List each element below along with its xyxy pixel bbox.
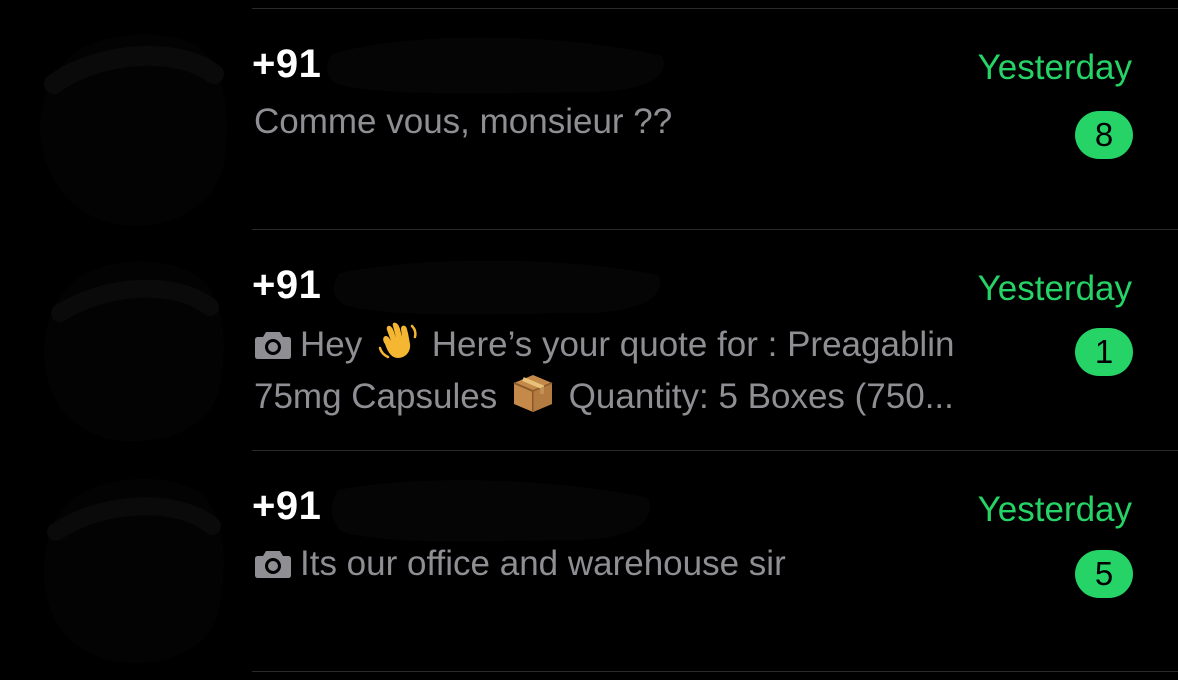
- preview-line: 75mg Capsules Quantity: 5 Boxes (750...: [254, 371, 1034, 423]
- redaction-scribble: [333, 260, 660, 315]
- preview-line: Hey Here’s your quote for : Preagablin: [254, 319, 1034, 371]
- contact-name: +91: [252, 42, 322, 86]
- timestamp: Yesterday: [977, 269, 1132, 308]
- divider: [252, 671, 1178, 672]
- unread-badge: 5: [1075, 550, 1133, 598]
- redaction-scribble: [327, 37, 664, 94]
- package-box-icon: [513, 375, 553, 412]
- chat-row[interactable]: +91 Yesterday Its our office and warehou…: [0, 452, 1178, 672]
- chat-row[interactable]: +91 Yesterday Hey Here’s your quote for …: [0, 231, 1178, 451]
- contact-name: +91: [252, 263, 322, 307]
- redacted-avatar: [43, 478, 224, 663]
- avatar[interactable]: [34, 466, 230, 663]
- contact-name-wrap: +91: [252, 476, 672, 542]
- preview-text: 75mg Capsules: [254, 377, 498, 416]
- divider: [252, 8, 1178, 9]
- chat-list: +91 Yesterday Comme vous, monsieur ?? 8 …: [0, 0, 1178, 680]
- divider: [252, 450, 1178, 451]
- preview-text: Hey: [300, 325, 363, 364]
- redacted-avatar: [43, 261, 224, 442]
- camera-icon: [255, 551, 291, 578]
- timestamp: Yesterday: [977, 490, 1132, 529]
- preview-text: Comme vous, monsieur ??: [254, 102, 673, 141]
- redaction-scribble: [331, 480, 650, 542]
- preview-text: Here’s your quote for : Preagablin: [431, 325, 955, 364]
- message-preview: Its our office and warehouse sir: [254, 538, 1034, 590]
- unread-badge: 1: [1075, 328, 1133, 376]
- contact-name-wrap: +91: [252, 255, 672, 315]
- divider: [252, 229, 1178, 230]
- timestamp: Yesterday: [977, 48, 1132, 87]
- contact-name-wrap: +91: [252, 34, 672, 94]
- message-preview: Hey Here’s your quote for : Preagablin 7…: [254, 319, 1034, 423]
- unread-badge: 8: [1075, 111, 1133, 159]
- message-preview: Comme vous, monsieur ??: [254, 96, 1034, 148]
- chat-row[interactable]: +91 Yesterday Comme vous, monsieur ?? 8: [0, 10, 1178, 230]
- preview-text: Quantity: 5 Boxes (750...: [568, 377, 954, 416]
- avatar[interactable]: [34, 24, 230, 227]
- contact-name: +91: [252, 484, 322, 528]
- redacted-avatar: [39, 34, 227, 227]
- preview-text: Its our office and warehouse sir: [300, 544, 786, 583]
- waving-hand-icon: [378, 322, 417, 359]
- camera-icon: [255, 332, 291, 359]
- avatar[interactable]: [34, 249, 230, 445]
